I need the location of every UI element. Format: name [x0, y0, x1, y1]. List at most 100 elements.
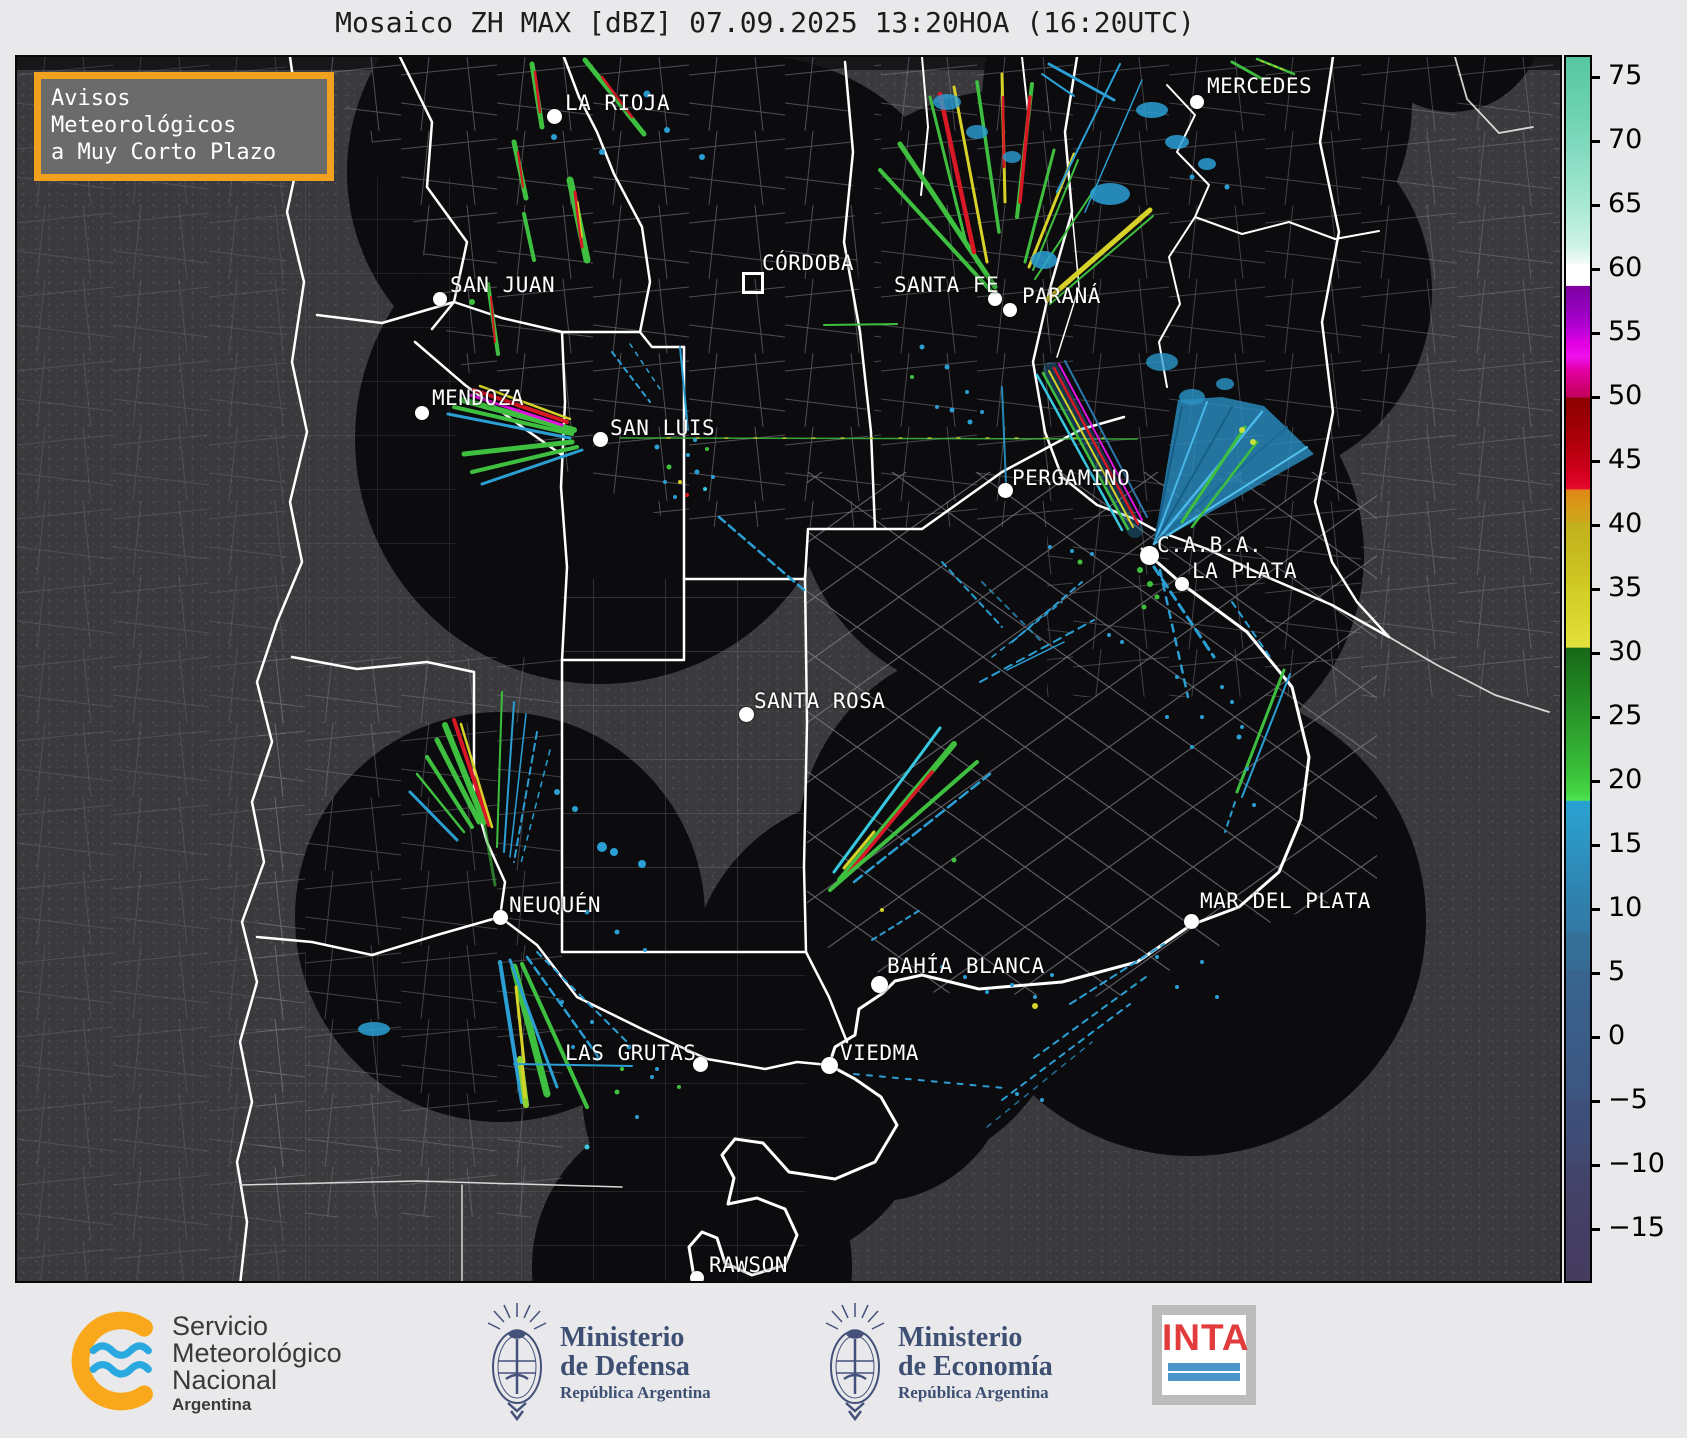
city-marker	[738, 706, 754, 722]
smn-line1: Servicio	[172, 1311, 269, 1341]
city-label: MERCEDES	[1207, 74, 1313, 98]
city-label: LA RIOJA	[565, 91, 671, 115]
inta-label: INTA	[1162, 1317, 1250, 1358]
footer-logos: Servicio Meteorológico Nacional Argentin…	[0, 1283, 1687, 1438]
city-marker	[592, 431, 608, 447]
city-label: SAN JUAN	[450, 273, 556, 297]
city-marker	[433, 292, 447, 306]
city-label: VIEDMA	[840, 1041, 919, 1065]
colorbar-tick-label: 75	[1608, 60, 1643, 91]
defensa-line3: República Argentina	[560, 1383, 711, 1402]
city-label: BAHÍA BLANCA	[887, 954, 1045, 978]
colorbar-tick-mark	[1592, 587, 1600, 591]
economia-line3: República Argentina	[898, 1383, 1049, 1402]
smn-line2: Meteorológico	[172, 1338, 342, 1368]
colorbar-tick-label: 30	[1608, 636, 1643, 667]
city-marker	[690, 1271, 704, 1281]
city-marker	[1183, 913, 1199, 929]
colorbar-tick-mark	[1592, 139, 1600, 143]
city-label: MAR DEL PLATA	[1200, 889, 1371, 913]
defensa-line1: Ministerio	[560, 1322, 685, 1353]
economia-logo-text: Ministerio de Economía República Argenti…	[898, 1323, 1053, 1405]
inta-bar-1	[1168, 1363, 1240, 1371]
warning-line-2: a Muy Corto Plazo	[51, 140, 277, 165]
city-label: SANTA ROSA	[754, 689, 886, 713]
colorbar-tick-mark	[1592, 1163, 1600, 1167]
economia-line2: de Economía	[898, 1351, 1053, 1382]
city-marker	[415, 406, 429, 420]
dbz-colorbar-ticks: 75 70 65 60 55 50 45 40 35 30 25 20 15 10 5 0 −5 −10 −15	[1592, 55, 1682, 1283]
defensa-coat-of-arms-icon	[487, 1303, 547, 1422]
colorbar-tick-mark	[1592, 267, 1600, 271]
city-marker	[997, 482, 1013, 498]
economia-line1: Ministerio	[898, 1322, 1023, 1353]
colorbar-tick-mark	[1592, 395, 1600, 399]
city-label: RAWSON	[709, 1253, 788, 1277]
warning-line-1: Avisos Meteorológicos	[51, 86, 237, 138]
defensa-line2: de Defensa	[560, 1351, 690, 1382]
colorbar-tick-mark	[1592, 1035, 1600, 1039]
city-marker	[1175, 577, 1189, 591]
radar-mosaic-page: Mosaico ZH MAX [dBZ] 07.09.2025 13:20HOA…	[0, 0, 1687, 1438]
colorbar-tick-label: 40	[1608, 508, 1643, 539]
city-label: C.A.B.A.	[1157, 533, 1263, 557]
colorbar-tick-label: 15	[1608, 828, 1643, 859]
colorbar-tick-label: −10	[1608, 1148, 1665, 1179]
page-title: Mosaico ZH MAX [dBZ] 07.09.2025 13:20HOA…	[335, 6, 1195, 39]
city-label: LA PLATA	[1192, 559, 1298, 583]
defensa-logo-text: Ministerio de Defensa República Argentin…	[560, 1323, 711, 1405]
radar-map: Avisos Meteorológicos a Muy Corto Plazo …	[15, 55, 1562, 1283]
colorbar-tick-mark	[1592, 331, 1600, 335]
smn-logo-icon	[71, 1311, 153, 1411]
city-marker	[492, 909, 508, 925]
city-marker	[820, 1056, 838, 1074]
colorbar-tick-label: 35	[1608, 572, 1643, 603]
colorbar-tick-mark	[1592, 843, 1600, 847]
colorbar-tick-label: 25	[1608, 700, 1643, 731]
colorbar-tick-label: 50	[1608, 380, 1643, 411]
inta-bar-2	[1168, 1373, 1240, 1381]
colorbar-tick-label: 55	[1608, 316, 1643, 347]
city-label: LAS GRUTAS	[565, 1041, 697, 1065]
city-marker	[1003, 303, 1017, 317]
city-marker	[546, 108, 562, 124]
colorbar-tick-mark	[1592, 1099, 1600, 1103]
smn-logo-text: Servicio Meteorológico Nacional Argentin…	[172, 1313, 342, 1416]
warning-overlay-box: Avisos Meteorológicos a Muy Corto Plazo	[34, 72, 334, 181]
colorbar-tick-label: −5	[1608, 1084, 1648, 1115]
smn-line3: Nacional	[172, 1365, 278, 1395]
city-marker	[1139, 545, 1159, 565]
colorbar-tick-mark	[1592, 1227, 1600, 1231]
colorbar-tick-label: 45	[1608, 444, 1643, 475]
map-canvas	[17, 57, 1560, 1281]
city-label: CÓRDOBA	[762, 251, 855, 275]
colorbar-tick-label: −15	[1608, 1212, 1665, 1243]
city-label: MENDOZA	[432, 386, 525, 410]
colorbar-tick-label: 60	[1608, 252, 1643, 283]
colorbar-tick-mark	[1592, 523, 1600, 527]
colorbar-tick-mark	[1592, 75, 1600, 79]
colorbar-tick-mark	[1592, 971, 1600, 975]
city-label: SAN LUIS	[610, 416, 716, 440]
city-label: PERGAMINO	[1012, 466, 1131, 490]
inta-logo: INTA	[1152, 1305, 1256, 1405]
dbz-colorbar	[1564, 55, 1592, 1283]
city-marker	[870, 975, 888, 993]
colorbar-tick-mark	[1592, 459, 1600, 463]
colorbar-tick-label: 10	[1608, 892, 1643, 923]
city-label: PARANÁ	[1022, 284, 1101, 308]
city-label: SANTA FE	[894, 273, 1000, 297]
colorbar-tick-label: 0	[1608, 1020, 1626, 1051]
colorbar-tick-mark	[1592, 715, 1600, 719]
colorbar-tick-mark	[1592, 203, 1600, 207]
colorbar-tick-label: 65	[1608, 188, 1643, 219]
colorbar-tick-label: 20	[1608, 764, 1643, 795]
colorbar-tick-mark	[1592, 779, 1600, 783]
economia-coat-of-arms-icon	[825, 1303, 885, 1422]
smn-line4: Argentina	[172, 1395, 252, 1414]
city-label: NEUQUÉN	[509, 893, 602, 917]
colorbar-tick-mark	[1592, 651, 1600, 655]
city-marker	[742, 272, 764, 294]
colorbar-tick-mark	[1592, 907, 1600, 911]
city-marker	[1190, 95, 1204, 109]
